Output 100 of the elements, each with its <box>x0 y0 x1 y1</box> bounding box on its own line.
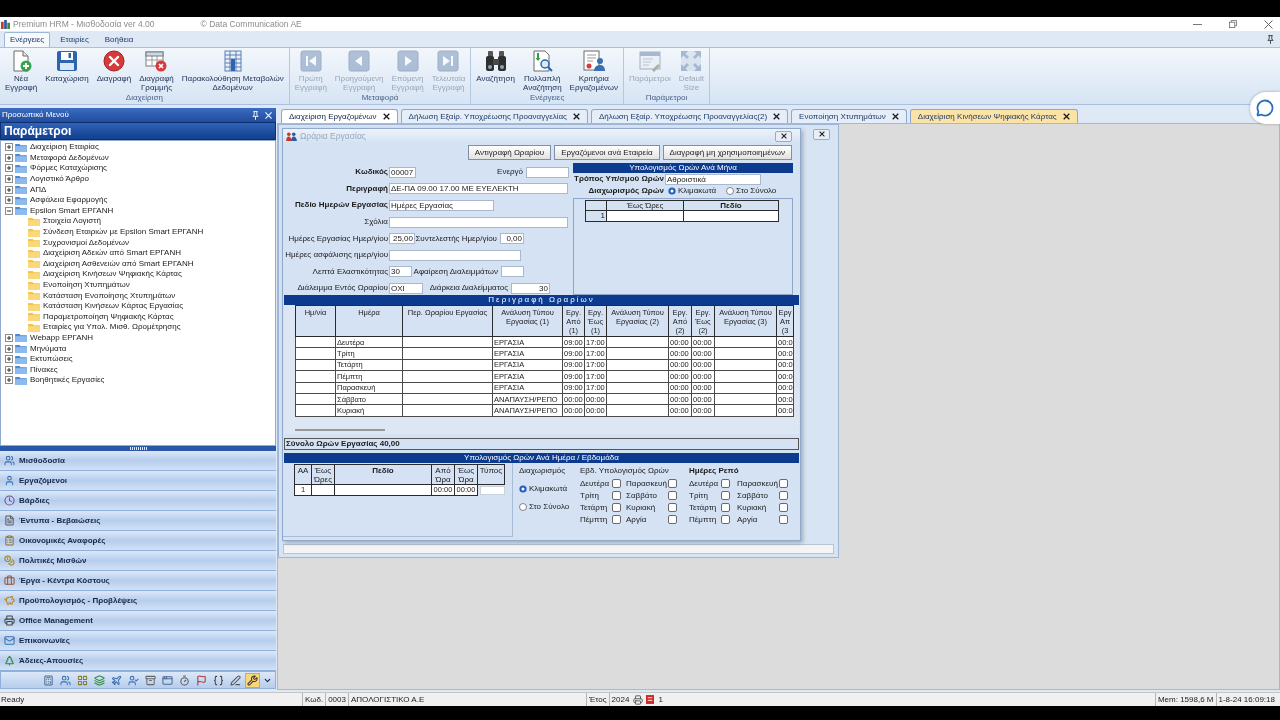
nav-bar-item[interactable]: Εργαζόμενοι <box>0 471 276 491</box>
tree-item[interactable]: Μεταφορά Δεδομένων <box>30 153 109 162</box>
collapse-icon[interactable] <box>5 206 13 215</box>
table-cell[interactable] <box>606 359 669 371</box>
pin-icon[interactable] <box>1267 35 1274 44</box>
tree-item[interactable]: Εκτυπώσεις <box>30 355 73 364</box>
table-cell[interactable] <box>683 210 779 222</box>
tree-item[interactable]: Συχρονισμοί Δεδομένων <box>43 238 130 247</box>
tree-item[interactable]: Σύνδεση Εταιριών με Epsilon Smart ΕΡΓΑΝΗ <box>43 228 204 237</box>
close-icon[interactable] <box>773 113 781 120</box>
table-cell[interactable] <box>402 336 493 348</box>
text-field[interactable] <box>480 485 505 495</box>
document-tab[interactable]: Ενοποίηση Χτυπημάτων <box>791 109 907 123</box>
checkbox[interactable]: Παρασκευή <box>737 479 788 488</box>
close-icon[interactable] <box>780 133 787 139</box>
text-field[interactable] <box>389 249 521 261</box>
tree-item[interactable]: Webapp ΕΡΓΑΝΗ <box>30 334 94 342</box>
tree-item[interactable]: Παραμετροποίηση Ψηφιακής Κάρτας <box>43 312 174 321</box>
table-cell[interactable] <box>606 382 669 394</box>
expand-icon[interactable] <box>5 185 13 194</box>
table-cell[interactable] <box>606 210 684 222</box>
table-cell[interactable] <box>311 484 335 496</box>
ribbon-tab[interactable]: Εταιρίες <box>54 32 95 47</box>
text-field[interactable]: ΔΕ-ΠΑ 09.00 17.00 ΜΕ ΕΥΕΛΕΚΤΗ <box>389 183 568 195</box>
checkbox[interactable]: Τετάρτη <box>580 503 626 512</box>
checkbox[interactable]: Κυριακή <box>626 503 678 512</box>
shortcut-button[interactable] <box>245 672 260 688</box>
track-changes-button[interactable]: Παρακολούθηση Μεταβολών Δεδομένων <box>179 50 286 92</box>
tree-item[interactable]: Βοηθητικές Εργασίες <box>30 376 105 385</box>
text-field[interactable]: Αθροιστικά <box>665 173 761 185</box>
delete-button[interactable]: Διαγραφή <box>94 50 134 83</box>
expand-icon[interactable] <box>5 355 13 364</box>
ribbon-tab[interactable]: Ενέργειες <box>4 32 51 47</box>
text-field[interactable] <box>526 166 569 178</box>
nav-bar-item[interactable]: Οικονομικές Αναφορές <box>0 531 276 551</box>
new-record-button[interactable]: Νέα Εγγραφή <box>3 50 40 92</box>
tree-item[interactable]: Epsilon Smart ΕΡΓΑΝΗ <box>30 206 114 215</box>
action-button[interactable]: Αντιγραφή Ωραρίου <box>467 145 552 160</box>
checkbox[interactable]: Πέμπτη <box>689 515 737 524</box>
action-button[interactable]: Διαγραφή μη χρησιμοποιημένων <box>662 145 792 160</box>
checkbox[interactable]: Δευτέρα <box>580 479 626 488</box>
table-cell[interactable] <box>402 359 493 371</box>
checkbox[interactable]: Τετάρτη <box>689 503 737 512</box>
text-field[interactable] <box>389 216 568 228</box>
expand-icon[interactable] <box>5 143 13 152</box>
text-field[interactable]: 0,00 <box>500 233 524 245</box>
checkbox[interactable]: Δευτέρα <box>689 479 737 488</box>
expand-icon[interactable] <box>5 153 13 162</box>
nav-bar-item[interactable]: Επικοινωνίες <box>0 631 276 651</box>
text-field[interactable]: 25,00 <box>389 233 415 245</box>
table-cell[interactable] <box>714 359 777 371</box>
nav-bar-item[interactable]: Μισθοδοσία <box>0 451 276 471</box>
tree-item[interactable]: Διαχείριση Αδειών από Smart ΕΡΓΑΝΗ <box>43 249 181 258</box>
ribbon-tab[interactable]: Βοήθεια <box>98 32 140 47</box>
action-button[interactable]: Εργαζόμενοι ανά Εταιρεία <box>554 145 660 160</box>
expand-icon[interactable] <box>5 376 13 385</box>
expand-icon[interactable] <box>5 196 13 205</box>
table-cell[interactable] <box>714 382 777 394</box>
expand-icon[interactable] <box>5 365 13 374</box>
restore-icon[interactable] <box>1229 20 1237 28</box>
document-tab[interactable]: Διαχείριση Κινήσεων Ψηφιακής Κάρτας <box>909 109 1078 123</box>
tree-item[interactable]: Διαχείριση Κινήσεων Ψηφιακής Κάρτας <box>43 270 182 279</box>
table-cell[interactable] <box>714 336 777 348</box>
checkbox[interactable]: Αργία <box>626 515 678 524</box>
checkbox[interactable]: Κυριακή <box>737 503 788 512</box>
close-icon[interactable] <box>1062 113 1070 120</box>
chat-button[interactable] <box>1250 92 1280 124</box>
checkbox[interactable]: Σαββάτο <box>737 491 788 500</box>
shortcut-button[interactable] <box>177 672 192 688</box>
tree-item[interactable]: Λογιστικό Άρθρο <box>30 175 89 184</box>
radio-button[interactable]: Στο Σύνολο <box>726 187 777 195</box>
tree-item[interactable]: Κατάσταση Ενοποίησης Χτυπημάτων <box>43 291 176 300</box>
text-field[interactable]: 30 <box>389 266 412 278</box>
tree-item[interactable]: Στοιχεία Λογιστή <box>43 217 101 226</box>
nav-bar-item[interactable]: Office Management <box>0 611 276 631</box>
scrollbar-thumb[interactable] <box>295 429 385 431</box>
checkbox[interactable]: Τρίτη <box>689 491 737 500</box>
tree-item[interactable]: Μηνύματα <box>30 344 67 353</box>
close-icon[interactable] <box>891 113 899 120</box>
table-cell[interactable] <box>606 336 669 348</box>
radio-button[interactable]: Στο Σύνολο <box>519 503 577 511</box>
tree-item[interactable]: Ασφάλεια Εφαρμογής <box>30 196 108 205</box>
tree-item[interactable]: Φόρμες Καταχώρισης <box>30 164 107 173</box>
radio-button[interactable]: Κλιμακωτά <box>519 485 577 493</box>
nav-bar-item[interactable]: Άδειες-Απουσίες <box>0 651 276 671</box>
tree-item[interactable]: Ενοποίηση Χτυπημάτων <box>43 281 130 289</box>
text-field[interactable]: 00007 <box>389 166 416 178</box>
dialog-close-button[interactable] <box>775 130 792 142</box>
nav-bar-item[interactable]: Βάρδιες <box>0 491 276 511</box>
nav-bar-item[interactable]: Έντυπα - Βεβαιώσεις <box>0 511 276 531</box>
shortcut-button[interactable] <box>228 672 243 688</box>
criteria-button[interactable]: Κριτήρια Εργαζομένων <box>567 50 620 92</box>
table-cell[interactable] <box>402 382 493 394</box>
table-cell[interactable] <box>295 393 336 405</box>
close-icon[interactable] <box>382 113 390 120</box>
expand-icon[interactable] <box>5 164 13 173</box>
multi-search-button[interactable]: Πολλαπλή Αναζήτηση <box>520 50 564 92</box>
tree-item[interactable]: Εταιρίες για Υπολ. Μισθ. Ωρομέτρησης <box>43 323 181 332</box>
close-icon[interactable] <box>572 113 580 120</box>
table-cell[interactable] <box>714 393 777 405</box>
